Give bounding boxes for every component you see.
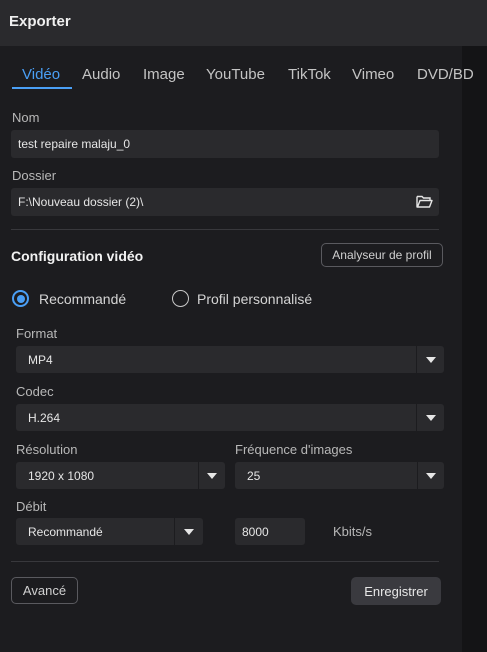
name-label: Nom bbox=[12, 110, 40, 125]
resolution-select[interactable]: 1920 x 1080 bbox=[16, 462, 225, 489]
folder-open-icon[interactable] bbox=[416, 194, 433, 209]
radio-custom-profile[interactable] bbox=[172, 290, 189, 307]
bitrate-label: Débit bbox=[16, 499, 47, 514]
radio-custom-profile-label[interactable]: Profil personnalisé bbox=[197, 291, 312, 307]
divider-top bbox=[11, 229, 439, 230]
folder-input-value: F:\Nouveau dossier (2)\ bbox=[18, 195, 144, 209]
chevron-down-icon[interactable] bbox=[418, 462, 444, 489]
codec-select-value: H.264 bbox=[28, 410, 61, 425]
bitrate-amount-value: 8000 bbox=[242, 524, 269, 539]
active-tab-indicator bbox=[12, 87, 72, 89]
export-panel: Vidéo Audio Image YouTube TikTok Vimeo D… bbox=[0, 46, 474, 652]
tab-tiktok[interactable]: TikTok bbox=[288, 66, 331, 83]
window-title: Exporter bbox=[9, 13, 71, 30]
codec-select[interactable]: H.264 bbox=[16, 404, 444, 431]
folder-label: Dossier bbox=[12, 168, 57, 183]
framerate-label: Fréquence d'images bbox=[235, 442, 353, 457]
divider-bottom bbox=[11, 561, 439, 562]
chevron-down-icon[interactable] bbox=[199, 462, 225, 489]
bitrate-select[interactable]: Recommandé bbox=[16, 518, 203, 545]
format-select-value: MP4 bbox=[28, 352, 53, 367]
chevron-down-icon[interactable] bbox=[417, 404, 444, 431]
tab-vimeo[interactable]: Vimeo bbox=[352, 66, 394, 83]
tab-youtube[interactable]: YouTube bbox=[206, 66, 265, 83]
video-config-heading: Configuration vidéo bbox=[11, 248, 144, 264]
format-label: Format bbox=[16, 326, 58, 341]
format-select[interactable]: MP4 bbox=[16, 346, 444, 373]
profile-analyzer-button[interactable]: Analyseur de profil bbox=[321, 243, 443, 267]
chevron-down-icon[interactable] bbox=[175, 518, 203, 545]
radio-recommended[interactable] bbox=[12, 290, 29, 307]
framerate-select[interactable]: 25 bbox=[235, 462, 444, 489]
bitrate-amount-input[interactable]: 8000 bbox=[235, 518, 305, 545]
framerate-select-value: 25 bbox=[247, 468, 261, 483]
bitrate-select-value: Recommandé bbox=[28, 524, 103, 539]
resolution-label: Résolution bbox=[16, 442, 78, 457]
tab-image[interactable]: Image bbox=[143, 66, 185, 83]
advanced-button-label: Avancé bbox=[22, 583, 67, 598]
title-bar: Exporter bbox=[0, 0, 487, 46]
radio-recommended-label[interactable]: Recommandé bbox=[39, 291, 126, 307]
save-button[interactable]: Enregistrer bbox=[351, 577, 441, 605]
chevron-down-icon[interactable] bbox=[417, 346, 444, 373]
tab-dvd-bd[interactable]: DVD/BD bbox=[417, 66, 474, 83]
profile-analyzer-label: Analyseur de profil bbox=[332, 248, 432, 262]
folder-input[interactable]: F:\Nouveau dossier (2)\ bbox=[11, 188, 439, 216]
tab-video[interactable]: Vidéo bbox=[22, 66, 60, 83]
codec-label: Codec bbox=[16, 384, 54, 399]
name-input-value: test repaire malaju_0 bbox=[18, 137, 131, 151]
save-button-label: Enregistrer bbox=[364, 583, 428, 599]
bitrate-unit: Kbits/s bbox=[333, 524, 373, 539]
advanced-button[interactable]: Avancé bbox=[11, 577, 78, 604]
name-input[interactable]: test repaire malaju_0 bbox=[11, 130, 439, 158]
tab-audio[interactable]: Audio bbox=[82, 66, 120, 83]
resolution-select-value: 1920 x 1080 bbox=[28, 468, 95, 483]
